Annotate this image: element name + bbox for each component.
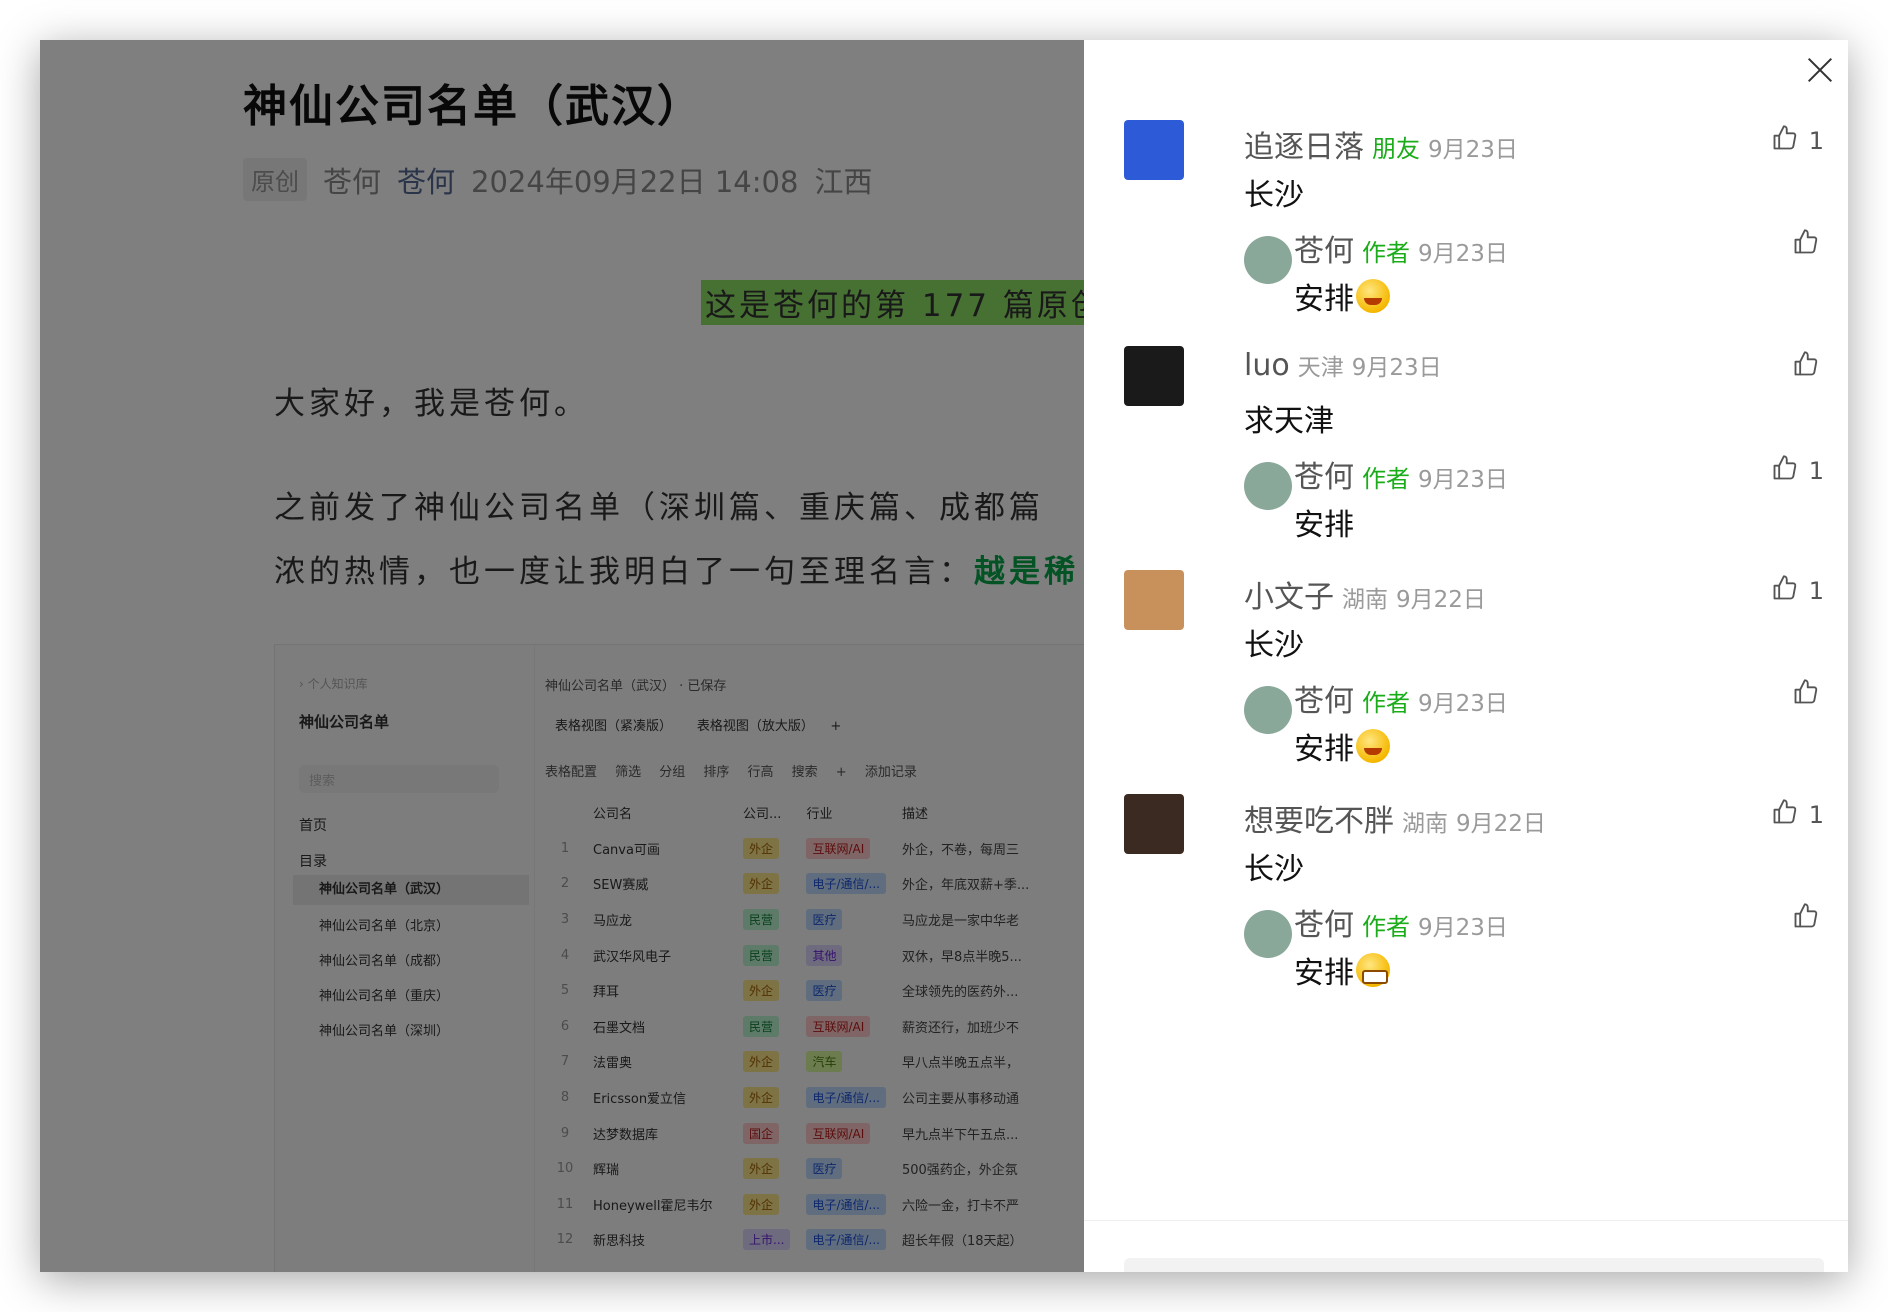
avatar[interactable] xyxy=(1244,236,1292,284)
comment-text: 长沙 xyxy=(1244,628,1304,663)
commenter-location: 湖南 xyxy=(1342,587,1388,613)
comment-header: 苍何 作者 9月23日 xyxy=(1294,900,1508,944)
avatar[interactable] xyxy=(1124,794,1184,854)
comment-text: 长沙 xyxy=(1244,178,1304,213)
commenter-location: 天津 xyxy=(1297,355,1344,381)
thumbs-up-icon xyxy=(1771,798,1799,832)
commenter-badge: 作者 xyxy=(1362,465,1410,493)
commenter-name[interactable]: 小文子 xyxy=(1244,572,1334,616)
like-button[interactable] xyxy=(1792,350,1820,384)
commenter-location: 湖南 xyxy=(1402,811,1448,837)
avatar[interactable] xyxy=(1244,686,1292,734)
comments-panel: 追逐日落 朋友 9月23日 长沙 1 苍何 作者 9月23日 安排 luo 天津 9月23日 求天津 苍何… xyxy=(1084,40,1848,1272)
comment-text: 长沙 xyxy=(1244,852,1304,887)
thumbs-up-icon xyxy=(1792,902,1820,936)
like-count: 1 xyxy=(1808,457,1824,485)
comment-date: 9月22日 xyxy=(1396,587,1486,613)
comment-date: 9月22日 xyxy=(1456,811,1546,837)
comment-item: 想要吃不胖 湖南 9月22日长沙 1 xyxy=(1084,794,1848,894)
comment-text: 求天津 xyxy=(1244,404,1334,439)
like-button[interactable] xyxy=(1792,902,1820,936)
like-button[interactable]: 1 xyxy=(1771,798,1824,832)
comment-item: luo 天津 9月23日 求天津 xyxy=(1084,346,1848,446)
comment-text: 安排 xyxy=(1294,274,1390,318)
like-button[interactable]: 1 xyxy=(1771,124,1824,158)
commenter-badge: 作者 xyxy=(1362,689,1410,717)
close-icon[interactable] xyxy=(1800,50,1840,90)
divider xyxy=(1084,1220,1848,1221)
like-count: 1 xyxy=(1808,801,1824,829)
thumbs-up-icon xyxy=(1792,228,1820,262)
comment-item: 追逐日落 朋友 9月23日长沙 1 xyxy=(1084,120,1848,220)
comment-date: 9月23日 xyxy=(1418,241,1508,267)
author-reply: 苍何 作者 9月23日安排 xyxy=(1084,674,1848,774)
comment-text: 安排 xyxy=(1294,948,1390,992)
author-reply: 苍何 作者 9月23日安排 xyxy=(1084,898,1848,998)
comment-header: 苍何 作者 9月23日 xyxy=(1294,676,1508,720)
modal-overlay[interactable] xyxy=(40,40,1084,1272)
comment-date: 9月23日 xyxy=(1428,137,1518,163)
like-button[interactable] xyxy=(1792,678,1820,712)
comment-date: 9月23日 xyxy=(1418,915,1508,941)
tongue-wink-emoji-icon xyxy=(1356,729,1390,763)
commenter-name[interactable]: luo xyxy=(1244,348,1290,383)
like-button[interactable]: 1 xyxy=(1771,454,1824,488)
thumbs-up-icon xyxy=(1771,574,1799,608)
commenter-name[interactable]: 追逐日落 xyxy=(1244,122,1364,166)
avatar[interactable] xyxy=(1124,346,1184,406)
commenter-badge: 朋友 xyxy=(1372,135,1420,163)
author-reply: 苍何 作者 9月23日安排 xyxy=(1084,224,1848,324)
comment-date: 9月23日 xyxy=(1418,467,1508,493)
grin-emoji-icon xyxy=(1356,953,1390,987)
commenter-badge: 作者 xyxy=(1362,239,1410,267)
thumbs-up-icon xyxy=(1771,454,1799,488)
comment-date: 9月23日 xyxy=(1418,691,1508,717)
comment-date: 9月23日 xyxy=(1351,355,1442,381)
author-reply: 苍何 作者 9月23日安排 1 xyxy=(1084,450,1848,550)
thumbs-up-icon xyxy=(1771,124,1799,158)
commenter-name[interactable]: 想要吃不胖 xyxy=(1244,796,1394,840)
commenter-name[interactable]: 苍何 xyxy=(1294,452,1354,496)
commenter-badge: 作者 xyxy=(1362,913,1410,941)
like-button[interactable]: 1 xyxy=(1771,574,1824,608)
wechat-article-window: 神仙公司名单（武汉） 原创 苍何 苍何 2024年09月22日 14:08 江西… xyxy=(40,40,1848,1272)
avatar[interactable] xyxy=(1244,910,1292,958)
like-count: 1 xyxy=(1808,577,1824,605)
comment-header: luo 天津 9月23日 xyxy=(1244,348,1442,383)
comment-header: 苍何 作者 9月23日 xyxy=(1294,226,1508,270)
thumbs-up-icon xyxy=(1792,350,1820,384)
like-count: 1 xyxy=(1808,127,1824,155)
commenter-name[interactable]: 苍何 xyxy=(1294,676,1354,720)
avatar[interactable] xyxy=(1124,570,1184,630)
commenter-name[interactable]: 苍何 xyxy=(1294,900,1354,944)
comment-item: 小文子 湖南 9月22日长沙 1 xyxy=(1084,570,1848,670)
avatar[interactable] xyxy=(1124,120,1184,180)
commenter-name[interactable]: 苍何 xyxy=(1294,226,1354,270)
comment-input[interactable] xyxy=(1124,1258,1824,1272)
comment-header: 追逐日落 朋友 9月23日 xyxy=(1244,122,1518,166)
comment-header: 想要吃不胖 湖南 9月22日 xyxy=(1244,796,1546,840)
avatar[interactable] xyxy=(1244,462,1292,510)
comment-header: 小文子 湖南 9月22日 xyxy=(1244,572,1486,616)
thumbs-up-icon xyxy=(1792,678,1820,712)
comment-text: 安排 xyxy=(1294,724,1390,768)
tongue-wink-emoji-icon xyxy=(1356,279,1390,313)
comment-text: 安排 xyxy=(1294,508,1354,543)
comment-header: 苍何 作者 9月23日 xyxy=(1294,452,1508,496)
like-button[interactable] xyxy=(1792,228,1820,262)
